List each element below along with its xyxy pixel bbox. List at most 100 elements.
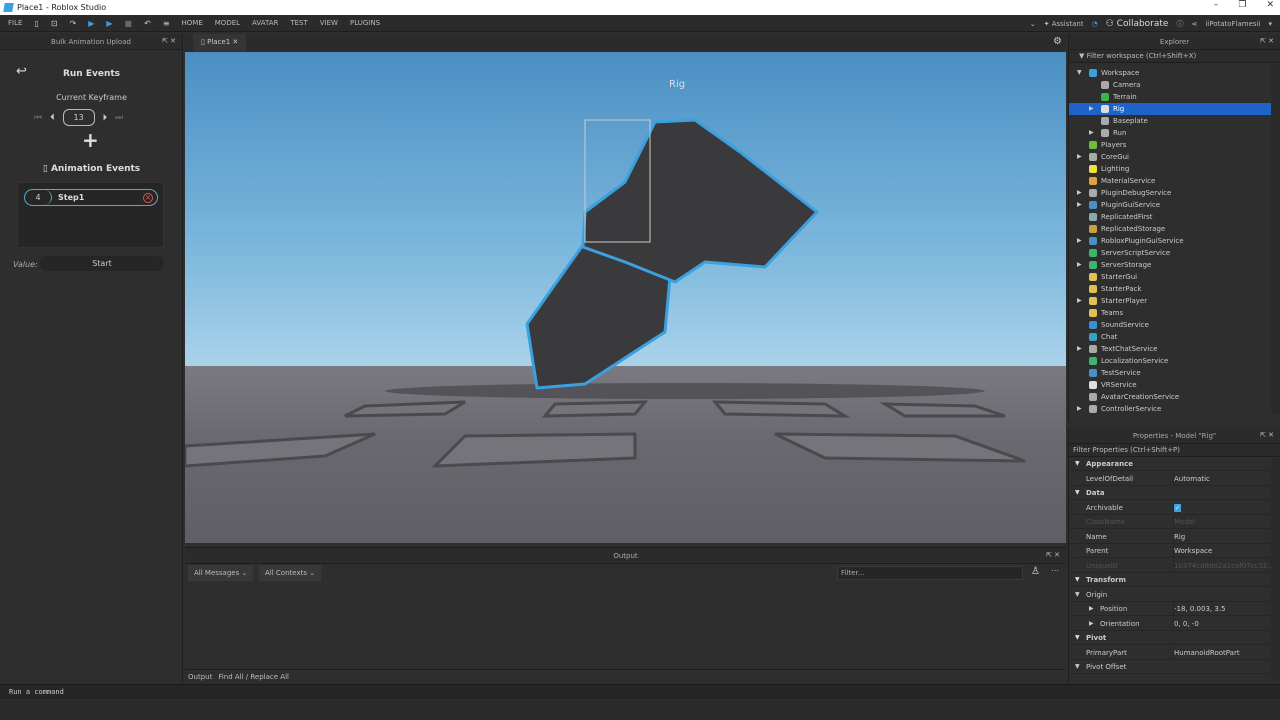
tab-place1[interactable]: ▯ Place1 ✕	[193, 34, 247, 51]
explorer-item-materialservice[interactable]: MaterialService	[1069, 175, 1271, 187]
3d-viewport[interactable]: Rig	[185, 52, 1066, 543]
property-row[interactable]: ▶ Position -18, 0.003, 3.5	[1069, 602, 1271, 616]
explorer-item-textchatservice[interactable]: ▶ TextChatService	[1069, 343, 1271, 355]
tab-output[interactable]: Output	[188, 673, 212, 681]
property-category[interactable]: ▼ Transform	[1069, 573, 1271, 587]
undock-icon[interactable]: ⇱	[162, 37, 168, 45]
menu-home[interactable]: HOME	[182, 19, 203, 27]
explorer-item-terrain[interactable]: Terrain	[1069, 91, 1271, 103]
collapse-arrow-icon[interactable]: ▼	[1077, 67, 1082, 79]
maximize-button[interactable]: ❐	[1238, 0, 1246, 10]
help-icon[interactable]: ⓘ	[1176, 19, 1183, 29]
event-name[interactable]: Step1	[58, 193, 143, 202]
collapse-arrow-icon[interactable]: ▼	[1075, 486, 1080, 500]
collapse-arrow-icon[interactable]: ▼	[1075, 573, 1080, 587]
explorer-item-avatarcreationservice[interactable]: AvatarCreationService	[1069, 391, 1271, 403]
assistant-button[interactable]: ✦ Assistant	[1044, 20, 1084, 28]
explorer-item-serverstorage[interactable]: ▶ ServerStorage	[1069, 259, 1271, 271]
explorer-item-pluginguiservice[interactable]: ▶ PluginGuiService	[1069, 199, 1271, 211]
property-row[interactable]: ▶ Orientation 0, 0, -0	[1069, 616, 1271, 631]
collapse-arrow-icon[interactable]: ▼	[1075, 660, 1080, 674]
event-item[interactable]: 4 Step1 ✕	[24, 189, 158, 206]
play-here-icon[interactable]: ▶	[88, 19, 94, 28]
property-value[interactable]: Model	[1173, 515, 1195, 529]
explorer-item-controllerservice[interactable]: ▶ ControllerService	[1069, 403, 1271, 415]
open-file-icon[interactable]: ⊡	[51, 19, 58, 28]
output-filter-input[interactable]: Filter...	[837, 566, 1023, 580]
previous-keyframe-icon[interactable]: ⏴	[50, 113, 55, 123]
property-row[interactable]: ▼ Pivot Offset	[1069, 660, 1271, 674]
explorer-item-localizationservice[interactable]: LocalizationService	[1069, 355, 1271, 367]
explorer-item-chat[interactable]: Chat	[1069, 331, 1271, 343]
undock-icon[interactable]: ⇱	[1260, 37, 1266, 45]
explorer-item-robloxpluginguiservice[interactable]: ▶ RobloxPluginGuiService	[1069, 235, 1271, 247]
property-value[interactable]: 0, 0, -0	[1173, 616, 1199, 631]
rig-model[interactable]	[185, 52, 1066, 543]
keyframe-input[interactable]: 13	[62, 109, 95, 126]
explorer-item-camera[interactable]: Camera	[1069, 79, 1271, 91]
explorer-item-testservice[interactable]: TestService	[1069, 367, 1271, 379]
properties-scrollbar[interactable]	[1271, 458, 1280, 680]
property-row[interactable]: ClassName Model	[1069, 515, 1271, 529]
next-keyframe-icon[interactable]: ⏵	[103, 113, 108, 123]
collapse-arrow-icon[interactable]: ▼	[1075, 588, 1080, 602]
clear-output-icon[interactable]: ♙	[1031, 566, 1040, 577]
close-button[interactable]: ✕	[1266, 0, 1274, 10]
property-value[interactable]: Workspace	[1173, 544, 1212, 558]
last-keyframe-icon[interactable]: ⏭	[115, 113, 123, 123]
undo-icon[interactable]: ↶	[144, 19, 151, 28]
command-bar-input[interactable]: Run a command	[0, 684, 1280, 699]
explorer-item-workspace[interactable]: ▼ Workspace	[1069, 67, 1271, 79]
explorer-item-vrservice[interactable]: VRService	[1069, 379, 1271, 391]
explorer-item-rig[interactable]: ▶ Rig	[1069, 103, 1271, 115]
explorer-item-coregui[interactable]: ▶ CoreGui	[1069, 151, 1271, 163]
explorer-item-teams[interactable]: Teams	[1069, 307, 1271, 319]
tab-find-replace[interactable]: Find All / Replace All	[218, 673, 289, 681]
property-row[interactable]: Archivable ✔	[1069, 501, 1271, 515]
customize-icon[interactable]: ≡	[163, 19, 170, 28]
delete-event-icon[interactable]: ✕	[143, 192, 153, 203]
expand-arrow-icon[interactable]: ▶	[1089, 127, 1094, 139]
collaborate-button[interactable]: ⚇ Collaborate	[1106, 19, 1169, 29]
expand-arrow-icon[interactable]: ▶	[1077, 295, 1082, 307]
property-value[interactable]: Rig	[1173, 529, 1185, 544]
share-icon[interactable]: ⋖	[1191, 20, 1197, 28]
explorer-item-starterplayer[interactable]: ▶ StarterPlayer	[1069, 295, 1271, 307]
menu-avatar[interactable]: AVATAR	[252, 19, 278, 27]
expand-arrow-icon[interactable]: ▶	[1077, 199, 1082, 211]
undock-icon[interactable]: ⇱	[1260, 431, 1266, 439]
explorer-item-lighting[interactable]: Lighting	[1069, 163, 1271, 175]
first-keyframe-icon[interactable]: ⏮	[34, 113, 42, 123]
menu-plugins[interactable]: PLUGINS	[350, 19, 380, 27]
property-row[interactable]: UniqueId 1b374cd8dd2a1caf07cc32...	[1069, 558, 1274, 573]
explorer-item-replicatedstorage[interactable]: ReplicatedStorage	[1069, 223, 1271, 235]
property-row[interactable]: Name Rig	[1069, 529, 1271, 544]
expand-arrow-icon[interactable]: ▶	[1077, 187, 1082, 199]
explorer-item-baseplate[interactable]: Baseplate	[1069, 115, 1271, 127]
gear-icon[interactable]: ⚙	[1053, 36, 1062, 47]
notifications-icon[interactable]: ◔	[1092, 20, 1098, 28]
expand-arrow-icon[interactable]: ▶	[1077, 259, 1082, 271]
redo-icon[interactable]: ↷	[70, 19, 77, 28]
expand-arrow-icon[interactable]: ▶	[1077, 403, 1082, 415]
property-value[interactable]: -18, 0.003, 3.5	[1173, 602, 1226, 616]
explorer-item-plugindebugservice[interactable]: ▶ PluginDebugService	[1069, 187, 1271, 199]
property-value[interactable]: Automatic	[1173, 471, 1210, 486]
value-field[interactable]: Start	[40, 256, 164, 271]
explorer-item-starterpack[interactable]: StarterPack	[1069, 283, 1271, 295]
explorer-item-serverscriptservice[interactable]: ServerScriptService	[1069, 247, 1271, 259]
close-tab-icon[interactable]: ✕	[232, 38, 238, 46]
explorer-item-run[interactable]: ▶ Run	[1069, 127, 1271, 139]
property-row[interactable]: PrimaryPart HumanoidRootPart	[1069, 645, 1271, 660]
explorer-item-replicatedfirst[interactable]: ReplicatedFirst	[1069, 211, 1271, 223]
chevron-down-icon[interactable]: ▾	[1268, 20, 1272, 28]
menu-test[interactable]: TEST	[290, 19, 307, 27]
expand-arrow-icon[interactable]: ▶	[1077, 235, 1082, 247]
explorer-item-players[interactable]: Players	[1069, 139, 1271, 151]
menu-file[interactable]: FILE	[8, 19, 22, 27]
expand-arrow-icon[interactable]: ▶	[1089, 602, 1094, 616]
property-row[interactable]: ▼ Origin	[1069, 588, 1271, 602]
property-row[interactable]: Parent Workspace	[1069, 544, 1271, 558]
expand-arrow-icon[interactable]: ▶	[1089, 617, 1094, 631]
close-panel-icon[interactable]: ✕	[1268, 431, 1274, 439]
